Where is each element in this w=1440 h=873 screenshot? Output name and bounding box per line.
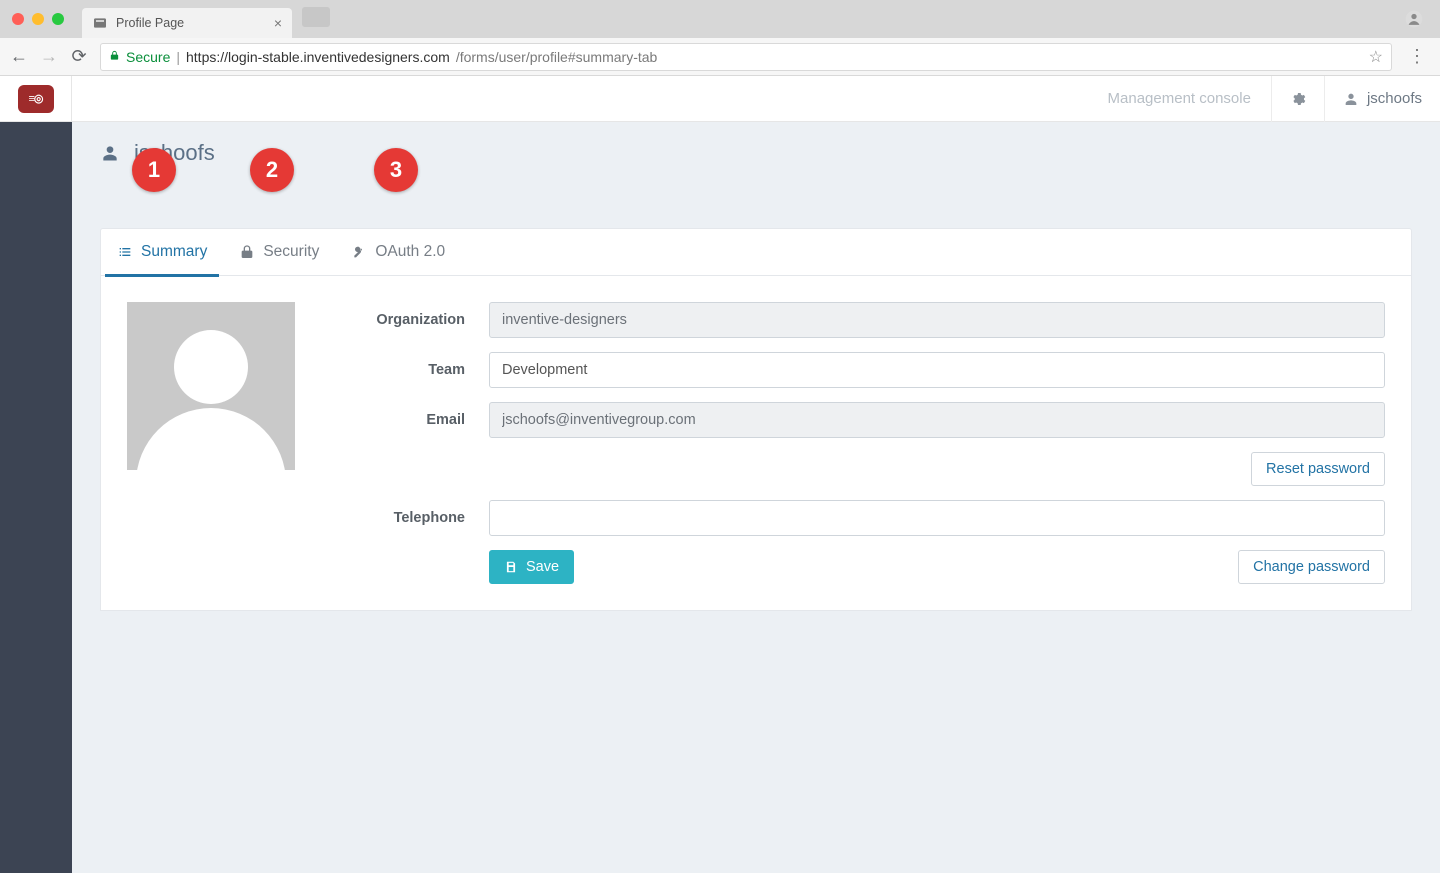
row-email: Email [335,402,1385,438]
browser-profile-icon[interactable] [1388,0,1440,38]
gear-icon [1290,91,1306,107]
lock-icon [239,244,255,260]
tab-summary[interactable]: Summary [115,228,209,276]
browser-tab[interactable]: Profile Page × [82,8,292,38]
url-path: /forms/user/profile#summary-tab [456,49,658,65]
favicon-icon [92,15,108,31]
label-telephone: Telephone [335,510,465,526]
label-organization: Organization [335,312,465,328]
annotation-badge-1: 1 [132,148,176,192]
tab-label: Security [263,243,319,261]
tab-security[interactable]: Security [237,228,321,276]
tab-close-icon[interactable]: × [274,16,282,30]
label-team: Team [335,362,465,378]
reset-password-button[interactable]: Reset password [1251,452,1385,486]
browser-toolbar: ← → ⟳ Secure | https://login-stable.inve… [0,38,1440,76]
user-icon [1343,91,1359,107]
key-icon [351,244,367,260]
save-icon [504,560,518,574]
row-organization: Organization [335,302,1385,338]
reload-button[interactable]: ⟳ [70,46,88,67]
app: ≡◎ Management console jschoofs jschoofs … [0,76,1440,873]
url-host: https://login-stable.inventivedesigners.… [186,49,450,65]
address-bar[interactable]: Secure | https://login-stable.inventived… [100,43,1392,71]
input-organization [489,302,1385,338]
tab-oauth[interactable]: OAuth 2.0 [349,228,447,276]
sidebar: ≡◎ [0,76,72,873]
window-zoom-icon[interactable] [52,13,64,25]
browser-chrome: Profile Page × ← → ⟳ Secure | https://lo… [0,0,1440,76]
input-team[interactable] [489,352,1385,388]
tab-label: OAuth 2.0 [375,243,445,261]
row-reset-password: Reset password [335,452,1385,486]
profile-form: Organization Team Email Reset password T… [335,302,1385,584]
user-menu[interactable]: jschoofs [1325,76,1440,122]
window-close-icon[interactable] [12,13,24,25]
bookmark-icon[interactable]: ☆ [1369,47,1383,67]
row-telephone: Telephone [335,500,1385,536]
change-password-button[interactable]: Change password [1238,550,1385,584]
row-team: Team [335,352,1385,388]
settings-button[interactable] [1272,76,1324,122]
tabs: Summary Security OAuth 2.0 [100,228,1412,276]
profile-panel: Organization Team Email Reset password T… [100,276,1412,611]
browser-menu-icon[interactable]: ⋮ [1404,46,1430,67]
browser-tab-title: Profile Page [116,16,184,30]
save-button[interactable]: Save [489,550,574,584]
annotation-badge-3: 3 [374,148,418,192]
app-logo[interactable]: ≡◎ [0,76,72,122]
new-tab-button[interactable] [302,7,330,27]
secure-label: Secure [126,49,170,65]
window-minimize-icon[interactable] [32,13,44,25]
header-username: jschoofs [1367,90,1422,107]
user-icon [100,143,120,163]
input-telephone[interactable] [489,500,1385,536]
management-console-link[interactable]: Management console [1088,90,1271,107]
browser-tabstrip: Profile Page × [0,0,1440,38]
forward-button: → [40,46,58,67]
main: Management console jschoofs jschoofs 1 2… [72,76,1440,873]
annotation-badge-2: 2 [250,148,294,192]
back-button[interactable]: ← [10,46,28,67]
save-button-label: Save [526,559,559,575]
window-controls [0,0,76,38]
avatar-placeholder [127,302,295,470]
list-icon [117,244,133,260]
tabs-container: 1 2 3 Summary Security OAuth 2.0 [72,172,1440,276]
label-email: Email [335,412,465,428]
lock-icon [109,49,120,65]
input-email [489,402,1385,438]
row-actions: Save Change password [335,550,1385,584]
app-header: Management console jschoofs [72,76,1440,122]
tab-label: Summary [141,243,207,261]
